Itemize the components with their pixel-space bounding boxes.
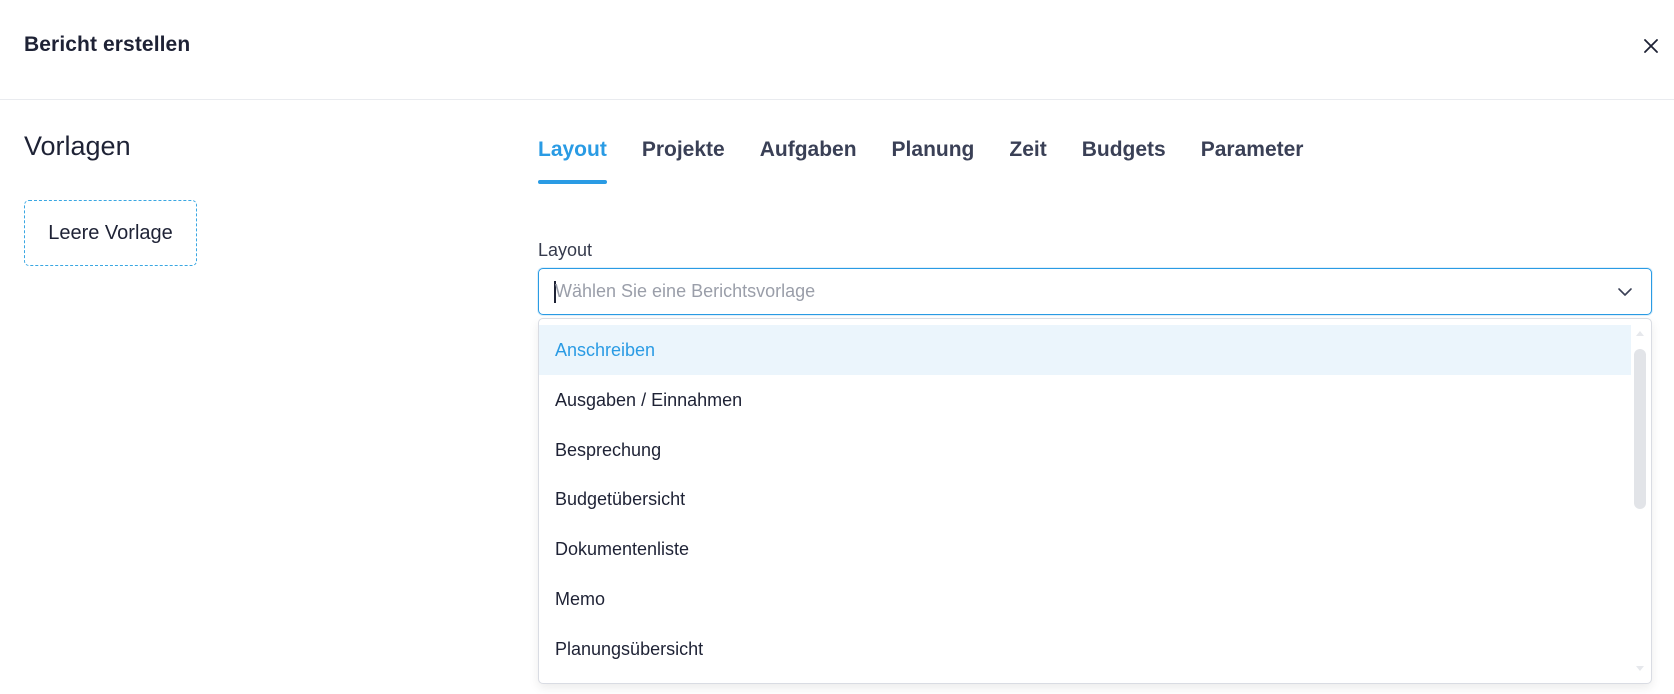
scroll-up-arrow-icon[interactable] — [1635, 329, 1645, 337]
dropdown-option-budgetuebersicht[interactable]: Budgetübersicht — [539, 474, 1631, 524]
dialog-header: Bericht erstellen — [0, 0, 1674, 100]
dropdown-option-memo[interactable]: Memo — [539, 574, 1631, 624]
dropdown-option-dokumentenliste[interactable]: Dokumentenliste — [539, 524, 1631, 574]
tab-budgets[interactable]: Budgets — [1082, 138, 1166, 184]
tab-planung[interactable]: Planung — [892, 138, 975, 184]
tab-zeit[interactable]: Zeit — [1009, 138, 1046, 184]
tab-projekte[interactable]: Projekte — [642, 138, 725, 184]
dropdown-option-ausgaben-einnahmen[interactable]: Ausgaben / Einnahmen — [539, 375, 1631, 425]
tab-aufgaben[interactable]: Aufgaben — [760, 138, 857, 184]
templates-heading: Vorlagen — [24, 131, 131, 161]
dropdown-option-anschreiben[interactable]: Anschreiben — [539, 325, 1631, 375]
tab-layout[interactable]: Layout — [538, 138, 607, 184]
scroll-down-arrow-icon[interactable] — [1635, 665, 1645, 673]
tab-parameter[interactable]: Parameter — [1201, 138, 1304, 184]
template-card-empty[interactable]: Leere Vorlage — [24, 200, 197, 266]
dropdown-scrollbar-thumb[interactable] — [1634, 349, 1646, 509]
layout-field-label: Layout — [538, 240, 593, 260]
close-icon — [1644, 39, 1658, 53]
layout-select-input[interactable] — [555, 269, 1595, 314]
tab-bar: Layout Projekte Aufgaben Planung Zeit Bu… — [538, 138, 1338, 184]
layout-dropdown-list: Anschreiben Ausgaben / Einnahmen Besprec… — [538, 318, 1652, 684]
dialog-title: Bericht erstellen — [24, 33, 191, 56]
dropdown-option-besprechung[interactable]: Besprechung — [539, 425, 1631, 475]
chevron-down-icon[interactable] — [1615, 282, 1635, 302]
dropdown-option-planungsuebersicht[interactable]: Planungsübersicht — [539, 624, 1631, 674]
close-button[interactable] — [1638, 33, 1664, 59]
layout-select[interactable] — [538, 268, 1652, 315]
